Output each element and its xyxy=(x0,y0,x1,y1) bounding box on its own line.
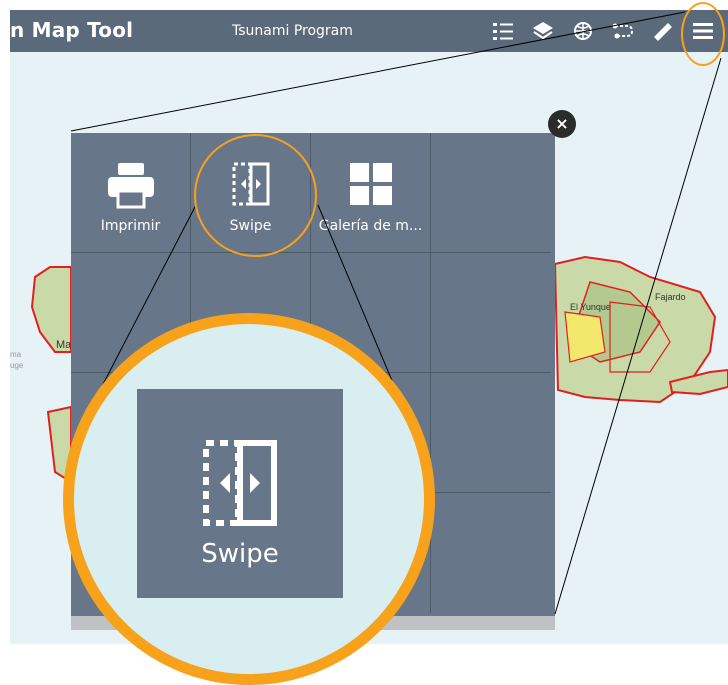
gallery-grid-icon xyxy=(349,163,392,205)
widget-print[interactable]: Imprimir xyxy=(71,133,191,253)
map-label-el-yunque: El Yunque xyxy=(570,302,611,312)
menu-highlight-ring xyxy=(681,2,725,66)
svg-text:uge: uge xyxy=(10,361,24,370)
zoom-swipe-tile: Swipe xyxy=(137,389,343,598)
legend-icon xyxy=(493,23,513,40)
directions-button[interactable] xyxy=(603,10,643,52)
layers-button[interactable] xyxy=(523,10,563,52)
map-label-ma: Ma xyxy=(56,339,72,351)
basemap-globe-icon xyxy=(574,22,592,40)
printer-icon xyxy=(107,163,154,209)
svg-text:ma: ma xyxy=(10,350,22,359)
app-subtitle: Tsunami Program xyxy=(232,23,353,39)
widget-gallery-label: Galería de m... xyxy=(318,218,423,234)
layers-icon xyxy=(533,22,553,40)
widget-print-label: Imprimir xyxy=(100,218,161,234)
map-label-fajardo: Fajardo xyxy=(655,292,686,302)
measure-button[interactable] xyxy=(643,10,683,52)
widget-gallery[interactable]: Galería de m... xyxy=(311,133,431,253)
widget-empty xyxy=(431,373,551,493)
app-header: n Map Tool Tsunami Program xyxy=(10,10,728,52)
directions-icon xyxy=(612,23,634,39)
basemap-button[interactable] xyxy=(563,10,603,52)
app-title: n Map Tool xyxy=(10,18,134,42)
widget-empty xyxy=(431,253,551,373)
swipe-highlight-ring xyxy=(194,134,317,257)
zoom-swipe-label: Swipe xyxy=(201,539,279,569)
legend-button[interactable] xyxy=(483,10,523,52)
swipe-icon xyxy=(203,440,277,526)
widget-empty xyxy=(431,493,551,613)
widget-empty xyxy=(431,133,551,253)
measure-ruler-icon xyxy=(654,23,672,41)
close-panel-button[interactable]: × xyxy=(548,110,576,138)
